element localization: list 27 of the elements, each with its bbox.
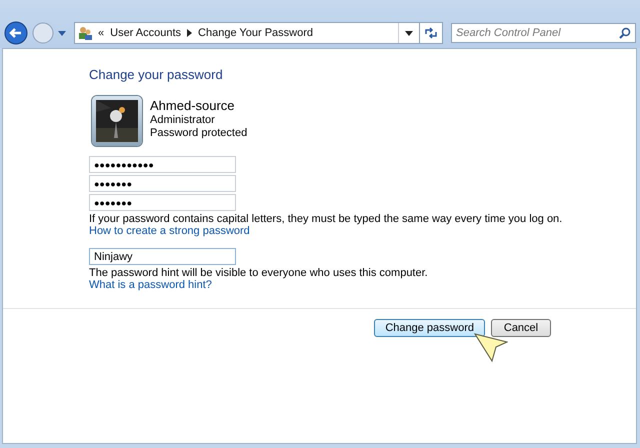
breadcrumb-overflow[interactable]: « — [98, 27, 104, 39]
breadcrumb-item[interactable]: Change Your Password — [198, 27, 314, 39]
caret-icon[interactable] — [58, 30, 66, 36]
hint-note: The password hint will be visible to everyone who uses this computer. — [89, 267, 429, 279]
password-hint-field[interactable]: Ninjawy — [89, 248, 236, 265]
user-name: Ahmed-source — [150, 98, 236, 113]
search-field[interactable]: Search Control Panel — [451, 23, 636, 43]
cancel-button[interactable]: Cancel — [491, 319, 551, 337]
back-icon[interactable] — [4, 21, 28, 45]
strong-password-link[interactable]: How to create a strong password — [89, 225, 250, 237]
address-bar[interactable]: « User Accounts Change Your Password — [74, 22, 420, 44]
capital-letters-note: If your password contains capital letters, they must be typed the same way every time you log on. — [89, 213, 564, 225]
breadcrumb-item[interactable]: User Accounts — [110, 27, 182, 39]
password-field[interactable]: ●●●●●●● — [89, 194, 236, 211]
password-field[interactable]: ●●●●●●● — [89, 175, 236, 192]
dropdown-icon[interactable] — [405, 30, 413, 36]
chevron-icon[interactable] — [187, 29, 192, 37]
refresh-button[interactable] — [419, 22, 443, 44]
password-hint-link[interactable]: What is a password hint? — [89, 279, 212, 291]
change-password-button[interactable]: Change password — [374, 319, 485, 337]
account-status: Password protected — [150, 127, 248, 139]
users-icon — [78, 26, 92, 40]
password-field[interactable]: ●●●●●●●●●●● — [89, 156, 236, 173]
account-type: Administrator — [150, 114, 216, 126]
page-heading: Change your password — [89, 67, 224, 82]
cursor-icon — [474, 333, 508, 363]
refresh-icon[interactable] — [424, 27, 438, 39]
